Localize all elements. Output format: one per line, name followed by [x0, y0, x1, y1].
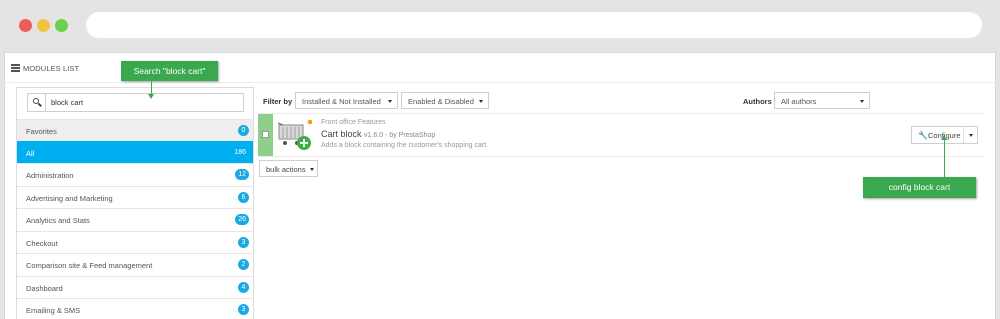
search-annotation: Search "block cart": [121, 61, 218, 81]
close-window-icon[interactable]: [19, 19, 32, 32]
category-count-badge: 3: [238, 304, 249, 315]
address-bar[interactable]: [86, 12, 982, 38]
category-favorites[interactable]: Favorites 0: [17, 119, 253, 141]
chevron-down-icon[interactable]: [969, 134, 973, 137]
bulk-actions-label: bulk actions: [266, 165, 306, 174]
category-count-badge: 186: [234, 149, 246, 156]
select-value: Enabled & Disabled: [408, 97, 474, 106]
authors-select[interactable]: All authors: [774, 92, 870, 109]
category-emailing-sms[interactable]: Emailing & SMS 3: [17, 298, 253, 319]
maximize-window-icon[interactable]: [55, 19, 68, 32]
authors-label: Authors: [743, 97, 772, 106]
category-label: Emailing & SMS: [26, 306, 81, 315]
category-dashboard[interactable]: Dashboard 4: [17, 276, 253, 298]
search-icon[interactable]: [28, 94, 46, 111]
chevron-down-icon: [860, 100, 864, 103]
module-description: Adds a block containing the customer's s…: [321, 142, 489, 149]
category-all[interactable]: All 186: [17, 141, 253, 163]
bulk-actions-button[interactable]: bulk actions: [259, 160, 318, 177]
list-icon: [11, 64, 20, 72]
module-name: Cart block v1.6.0 - by PrestaShop: [321, 129, 435, 139]
chevron-down-icon: [479, 100, 483, 103]
config-annotation: config block cart: [863, 177, 976, 198]
category-count-badge: 6: [238, 192, 249, 203]
category-comparison-feed[interactable]: Comparison site & Feed management 2: [17, 253, 253, 275]
install-status-select[interactable]: Installed & Not Installed: [295, 92, 398, 109]
module-version: v1.6.0 - by PrestaShop: [364, 132, 436, 139]
category-count-badge: 2: [238, 259, 249, 270]
chevron-down-icon: [310, 168, 314, 171]
module-checkbox[interactable]: [262, 131, 269, 138]
select-value: Installed & Not Installed: [302, 97, 381, 106]
module-row-cart-block: Front office Features Cart block v1.6.0 …: [258, 113, 984, 157]
config-annotation-arrow: [944, 139, 945, 177]
category-count-badge: 3: [238, 237, 249, 248]
category-analytics-stats[interactable]: Analytics and Stats 26: [17, 208, 253, 230]
select-value: All authors: [781, 97, 817, 106]
category-sidebar: Favorites 0 All 186 Administration 12 Ad…: [16, 87, 254, 319]
category-count-badge: 26: [235, 214, 249, 225]
panel-title: MODULES LIST: [23, 64, 80, 73]
category-label: Dashboard: [26, 284, 63, 293]
minimize-window-icon[interactable]: [37, 19, 50, 32]
search-annotation-arrow: [151, 81, 152, 95]
category-label: Comparison site & Feed management: [26, 261, 153, 270]
button-divider: [963, 127, 964, 143]
category-label: Favorites: [26, 127, 57, 136]
category-label: Advertising and Marketing: [26, 194, 113, 203]
module-search[interactable]: [27, 93, 244, 112]
module-category: Front office Features: [321, 119, 386, 126]
cart-block-icon: [278, 119, 313, 150]
arrow-down-icon: [148, 94, 154, 99]
category-count-badge: 4: [238, 282, 249, 293]
search-input[interactable]: [51, 96, 231, 109]
browser-chrome: [0, 0, 1000, 52]
category-checkout[interactable]: Checkout 3: [17, 231, 253, 253]
module-name-text: Cart block: [321, 129, 362, 139]
arrow-up-icon: [941, 135, 947, 140]
wrench-icon: 🔧: [918, 131, 928, 140]
category-count-badge: 12: [235, 169, 249, 180]
category-label: Administration: [26, 171, 74, 180]
category-advertising-marketing[interactable]: Advertising and Marketing 6: [17, 186, 253, 208]
chevron-down-icon: [388, 100, 392, 103]
category-label: Analytics and Stats: [26, 216, 90, 225]
category-label: Checkout: [26, 239, 58, 248]
enable-status-select[interactable]: Enabled & Disabled: [401, 92, 489, 109]
category-count-badge: 0: [238, 125, 249, 136]
category-label: All: [26, 149, 35, 158]
filter-by-label: Filter by: [263, 97, 293, 106]
category-administration[interactable]: Administration 12: [17, 163, 253, 185]
